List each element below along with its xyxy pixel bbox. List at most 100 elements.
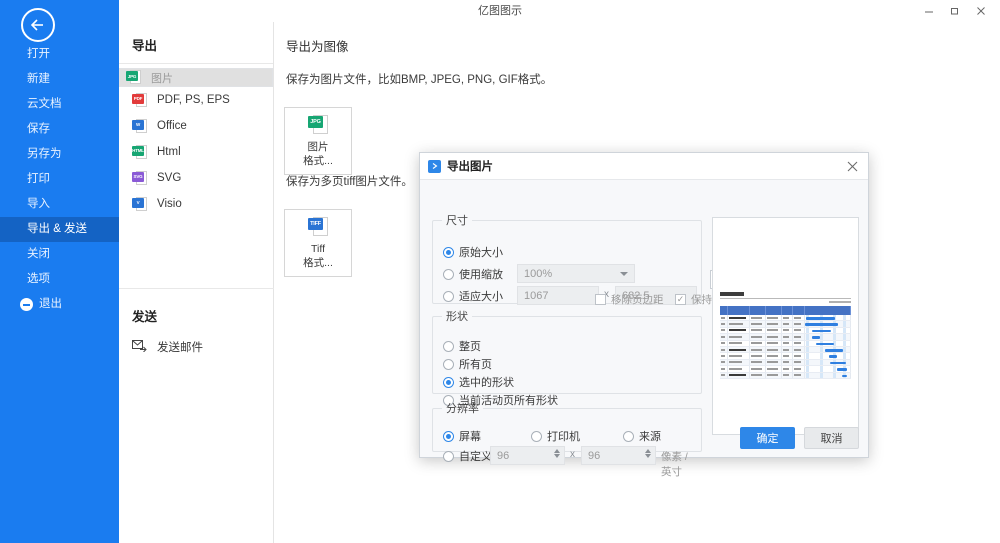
send-heading: 发送 — [132, 310, 158, 324]
mail-send-icon — [132, 339, 147, 355]
export-item-svg[interactable]: SVG SVG — [119, 165, 273, 191]
send-mail-item[interactable]: 发送邮件 — [119, 334, 274, 360]
radio-dot-icon — [443, 290, 454, 302]
divider — [119, 63, 273, 64]
checkbox-label: 移除页边距 — [611, 294, 664, 306]
close-icon[interactable] — [842, 156, 862, 176]
export-list-panel: 导出 JPG 图片 PDF PDF, PS, EPS W Office HTML… — [119, 22, 274, 543]
export-item-pdf[interactable]: PDF PDF, PS, EPS — [119, 87, 273, 113]
sidebar-item-new[interactable]: 新建 — [0, 67, 119, 92]
send-section: 发送 发送邮件 — [119, 288, 274, 360]
export-item-label: SVG — [157, 172, 182, 184]
radio-dot-icon — [623, 430, 634, 442]
window-titlebar: 亿图图示 186940... ▾ — [0, 0, 1000, 37]
back-arrow-icon[interactable] — [21, 8, 55, 42]
window-controls — [916, 0, 994, 22]
tiff-file-icon: TIFF — [308, 216, 328, 238]
radio-all-pages[interactable]: 所有页 — [443, 356, 492, 372]
export-item-html[interactable]: HTML Html — [119, 139, 273, 165]
restore-button[interactable] — [942, 1, 968, 21]
radio-label: 整页 — [459, 341, 481, 353]
spinner-icon[interactable] — [554, 449, 560, 458]
detail-description-2: 保存为多页tiff图片文件。 — [286, 176, 413, 188]
export-item-label: 图片 — [151, 72, 173, 85]
sidebar-item-exit-label: 退出 — [39, 298, 62, 310]
radio-label: 使用缩放 — [459, 269, 503, 281]
preview-gantt-title — [720, 290, 851, 297]
fit-width-value: 1067 — [524, 289, 549, 302]
export-item-label: PDF, PS, EPS — [157, 94, 230, 106]
exit-icon — [20, 298, 33, 311]
sidebar-item-print[interactable]: 打印 — [0, 167, 119, 192]
radio-custom-resolution[interactable]: 自定义 — [443, 448, 492, 464]
radio-label: 原始大小 — [459, 247, 503, 259]
export-item-office[interactable]: W Office — [119, 113, 273, 139]
radio-screen[interactable]: 屏幕 — [443, 428, 481, 444]
radio-dot-icon — [531, 430, 542, 442]
radio-fit-size[interactable]: 适应大小 — [443, 288, 503, 304]
minimize-button[interactable] — [916, 1, 942, 21]
sidebar-menu: 打开 新建 云文档 保存 另存为 打印 导入 导出 & 发送 关闭 选项 退出 — [0, 42, 119, 317]
word-file-icon: W — [132, 118, 147, 135]
close-button[interactable] — [968, 1, 994, 21]
sidebar-item-close[interactable]: 关闭 — [0, 242, 119, 267]
preview-gantt-subtitle — [720, 299, 851, 305]
visio-badge: V — [132, 197, 144, 208]
checkbox-remove-margin[interactable]: 移除页边距 — [595, 292, 664, 307]
sidebar-item-save-as[interactable]: 另存为 — [0, 142, 119, 167]
radio-source[interactable]: 来源 — [623, 428, 661, 444]
app-title: 亿图图示 — [478, 5, 522, 17]
svg-file-icon: SVG — [132, 170, 147, 187]
export-item-label: Visio — [157, 198, 182, 210]
card-line-1: 图片 — [307, 141, 329, 153]
sidebar-item-import[interactable]: 导入 — [0, 192, 119, 217]
checkbox-box-icon: ✓ — [675, 294, 686, 305]
ok-button[interactable]: 确定 — [740, 427, 795, 449]
sidebar-item-cloud-docs[interactable]: 云文档 — [0, 92, 119, 117]
spinner-icon[interactable] — [645, 449, 651, 458]
html-badge: HTML — [132, 145, 144, 156]
jpg-badge: JPG — [126, 71, 138, 81]
radio-original-size[interactable]: 原始大小 — [443, 244, 503, 260]
custom-dpi-y-value: 96 — [588, 449, 601, 462]
custom-dpi-x-value: 96 — [497, 449, 510, 462]
resolution-group-legend: 分辨率 — [446, 403, 479, 415]
fit-width-input[interactable]: 1067 — [517, 286, 599, 305]
tiff-format-card[interactable]: TIFF Tiff 格式... — [284, 209, 352, 277]
dialog-footer: 确定 取消 — [740, 427, 859, 449]
radio-printer[interactable]: 打印机 — [531, 428, 580, 444]
radio-selected-shapes[interactable]: 选中的形状 — [443, 374, 514, 390]
custom-dpi-x-input[interactable]: 96 — [490, 446, 565, 465]
svg-badge: SVG — [132, 171, 144, 182]
dialog-titlebar: 导出图片 — [420, 153, 868, 180]
detail-title: 导出为图像 — [286, 40, 349, 54]
cancel-button[interactable]: 取消 — [804, 427, 859, 449]
scale-dropdown[interactable]: 100% — [517, 264, 635, 283]
radio-dot-icon — [443, 246, 454, 258]
radio-whole-page[interactable]: 整页 — [443, 338, 481, 354]
sidebar-item-export-send[interactable]: 导出 & 发送 — [0, 217, 119, 242]
preview-gantt — [720, 290, 851, 379]
sidebar-item-save[interactable]: 保存 — [0, 117, 119, 142]
preview-gantt-rows — [720, 315, 851, 379]
sidebar-item-options[interactable]: 选项 — [0, 267, 119, 292]
card-line-2: 格式... — [303, 257, 333, 269]
radio-label: 所有页 — [459, 359, 492, 371]
radio-label: 适应大小 — [459, 291, 503, 303]
card-line-1: Tiff — [310, 243, 325, 255]
radio-use-scale[interactable]: 使用缩放 — [443, 266, 503, 282]
sidebar-item-open[interactable]: 打开 — [0, 42, 119, 67]
send-mail-label: 发送邮件 — [157, 342, 203, 354]
export-item-image[interactable]: JPG 图片 — [119, 68, 273, 87]
export-image-icon — [428, 159, 441, 173]
jpg-file-icon: JPG — [308, 114, 328, 136]
export-image-dialog: 导出图片 尺寸 原始大小 使用缩放 100% 适应大小 1067 x 682.5… — [419, 152, 869, 478]
export-item-visio[interactable]: V Visio — [119, 191, 273, 217]
radio-dot-icon — [443, 340, 454, 352]
left-sidebar: 打开 新建 云文档 保存 另存为 打印 导入 导出 & 发送 关闭 选项 退出 — [0, 0, 119, 543]
custom-dpi-y-input[interactable]: 96 — [581, 446, 656, 465]
radio-label: 来源 — [639, 431, 661, 443]
sidebar-item-exit[interactable]: 退出 — [0, 292, 119, 317]
preview-gantt-header — [720, 306, 851, 315]
export-item-label: Office — [157, 120, 187, 132]
